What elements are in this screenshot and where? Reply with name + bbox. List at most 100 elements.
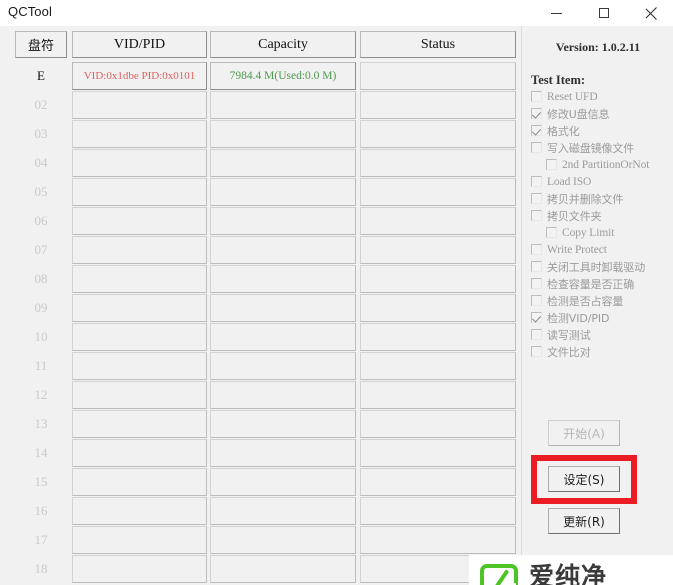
cell-capacity[interactable] xyxy=(210,555,356,583)
cell-vidpid[interactable] xyxy=(72,178,207,206)
cell-capacity[interactable] xyxy=(210,207,356,235)
table-row[interactable]: 18 xyxy=(4,555,519,584)
cell-vidpid[interactable] xyxy=(72,149,207,177)
test-item[interactable]: 写入磁盘镜像文件 xyxy=(522,139,673,156)
cell-vidpid[interactable] xyxy=(72,526,207,554)
cell-capacity[interactable] xyxy=(210,149,356,177)
table-row[interactable]: 05 xyxy=(4,178,519,207)
table-row[interactable]: 08 xyxy=(4,265,519,294)
cell-capacity[interactable] xyxy=(210,323,356,351)
cell-capacity[interactable] xyxy=(210,439,356,467)
cell-vidpid[interactable] xyxy=(72,468,207,496)
table-row[interactable]: 10 xyxy=(4,323,519,352)
test-item[interactable]: 格式化 xyxy=(522,122,673,139)
checkbox-unchecked-icon[interactable] xyxy=(546,227,557,238)
cell-vidpid[interactable] xyxy=(72,91,207,119)
table-row[interactable]: 03 xyxy=(4,120,519,149)
checkbox-unchecked-icon[interactable] xyxy=(546,159,557,170)
cell-status[interactable] xyxy=(360,526,516,554)
cell-vidpid[interactable] xyxy=(72,294,207,322)
minimize-button[interactable] xyxy=(534,0,579,26)
test-item[interactable]: Reset UFD xyxy=(522,88,673,105)
test-item[interactable]: 读写测试 xyxy=(522,326,673,343)
cell-vidpid[interactable] xyxy=(72,207,207,235)
cell-status[interactable] xyxy=(360,178,516,206)
checkbox-unchecked-icon[interactable] xyxy=(531,244,542,255)
table-row[interactable]: 11 xyxy=(4,352,519,381)
test-item[interactable]: 拷贝文件夹 xyxy=(522,207,673,224)
checkbox-unchecked-icon[interactable] xyxy=(531,91,542,102)
test-item[interactable]: Write Protect xyxy=(522,241,673,258)
cell-vidpid[interactable] xyxy=(72,323,207,351)
test-item[interactable]: 关闭工具时卸载驱动 xyxy=(522,258,673,275)
cell-vidpid[interactable] xyxy=(72,120,207,148)
cell-vidpid[interactable] xyxy=(72,497,207,525)
checkbox-unchecked-icon[interactable] xyxy=(531,176,542,187)
table-row[interactable]: 17 xyxy=(4,526,519,555)
cell-status[interactable] xyxy=(360,62,516,90)
column-header-drive[interactable]: 盘符 xyxy=(15,31,67,58)
cell-capacity[interactable] xyxy=(210,91,356,119)
table-row[interactable]: 13 xyxy=(4,410,519,439)
test-item[interactable]: 检查容量是否正确 xyxy=(522,275,673,292)
column-header-capacity[interactable]: Capacity xyxy=(210,31,356,58)
cell-vidpid[interactable] xyxy=(72,555,207,583)
checkbox-unchecked-icon[interactable] xyxy=(531,261,542,272)
start-button[interactable]: 开始(A) xyxy=(548,420,620,446)
cell-vidpid[interactable] xyxy=(72,236,207,264)
table-row[interactable]: 07 xyxy=(4,236,519,265)
cell-status[interactable] xyxy=(360,410,516,438)
test-item[interactable]: 拷贝并删除文件 xyxy=(522,190,673,207)
test-item[interactable]: 检测是否占容量 xyxy=(522,292,673,309)
cell-status[interactable] xyxy=(360,439,516,467)
column-header-status[interactable]: Status xyxy=(360,31,516,58)
table-row[interactable]: 04 xyxy=(4,149,519,178)
checkbox-unchecked-icon[interactable] xyxy=(531,329,542,340)
cell-vidpid[interactable] xyxy=(72,439,207,467)
checkbox-unchecked-icon[interactable] xyxy=(531,295,542,306)
checkbox-checked-icon[interactable] xyxy=(531,108,542,119)
table-row[interactable]: 09 xyxy=(4,294,519,323)
cell-status[interactable] xyxy=(360,497,516,525)
cell-status[interactable] xyxy=(360,468,516,496)
cell-capacity[interactable] xyxy=(210,294,356,322)
cell-vidpid[interactable] xyxy=(72,381,207,409)
table-row[interactable]: 16 xyxy=(4,497,519,526)
checkbox-unchecked-icon[interactable] xyxy=(531,142,542,153)
cell-capacity[interactable] xyxy=(210,178,356,206)
cell-status[interactable] xyxy=(360,91,516,119)
cell-status[interactable] xyxy=(360,352,516,380)
checkbox-unchecked-icon[interactable] xyxy=(531,346,542,357)
cell-status[interactable] xyxy=(360,207,516,235)
cell-status[interactable] xyxy=(360,149,516,177)
cell-vidpid[interactable] xyxy=(72,410,207,438)
cell-capacity[interactable] xyxy=(210,468,356,496)
cell-status[interactable] xyxy=(360,381,516,409)
checkbox-unchecked-icon[interactable] xyxy=(531,210,542,221)
test-item[interactable]: 2nd PartitionOrNot xyxy=(522,156,673,173)
cell-capacity[interactable] xyxy=(210,526,356,554)
checkbox-unchecked-icon[interactable] xyxy=(531,193,542,204)
cell-capacity[interactable] xyxy=(210,497,356,525)
table-row[interactable]: 14 xyxy=(4,439,519,468)
cell-capacity[interactable] xyxy=(210,236,356,264)
cell-status[interactable] xyxy=(360,294,516,322)
table-row[interactable]: 15 xyxy=(4,468,519,497)
table-row[interactable]: 02 xyxy=(4,91,519,120)
cell-status[interactable] xyxy=(360,120,516,148)
cell-status[interactable] xyxy=(360,323,516,351)
test-item[interactable]: Load ISO xyxy=(522,173,673,190)
checkbox-unchecked-icon[interactable] xyxy=(531,278,542,289)
cell-capacity[interactable] xyxy=(210,352,356,380)
checkbox-checked-icon[interactable] xyxy=(531,125,542,136)
maximize-button[interactable] xyxy=(581,0,626,26)
test-item[interactable]: Copy Limit xyxy=(522,224,673,241)
column-header-vidpid[interactable]: VID/PID xyxy=(72,31,207,58)
cell-capacity[interactable] xyxy=(210,120,356,148)
close-button[interactable] xyxy=(628,0,673,26)
cell-status[interactable] xyxy=(360,265,516,293)
table-row[interactable]: 12 xyxy=(4,381,519,410)
cell-vidpid[interactable] xyxy=(72,265,207,293)
test-item[interactable]: 文件比对 xyxy=(522,343,673,360)
checkbox-checked-icon[interactable] xyxy=(531,312,542,323)
